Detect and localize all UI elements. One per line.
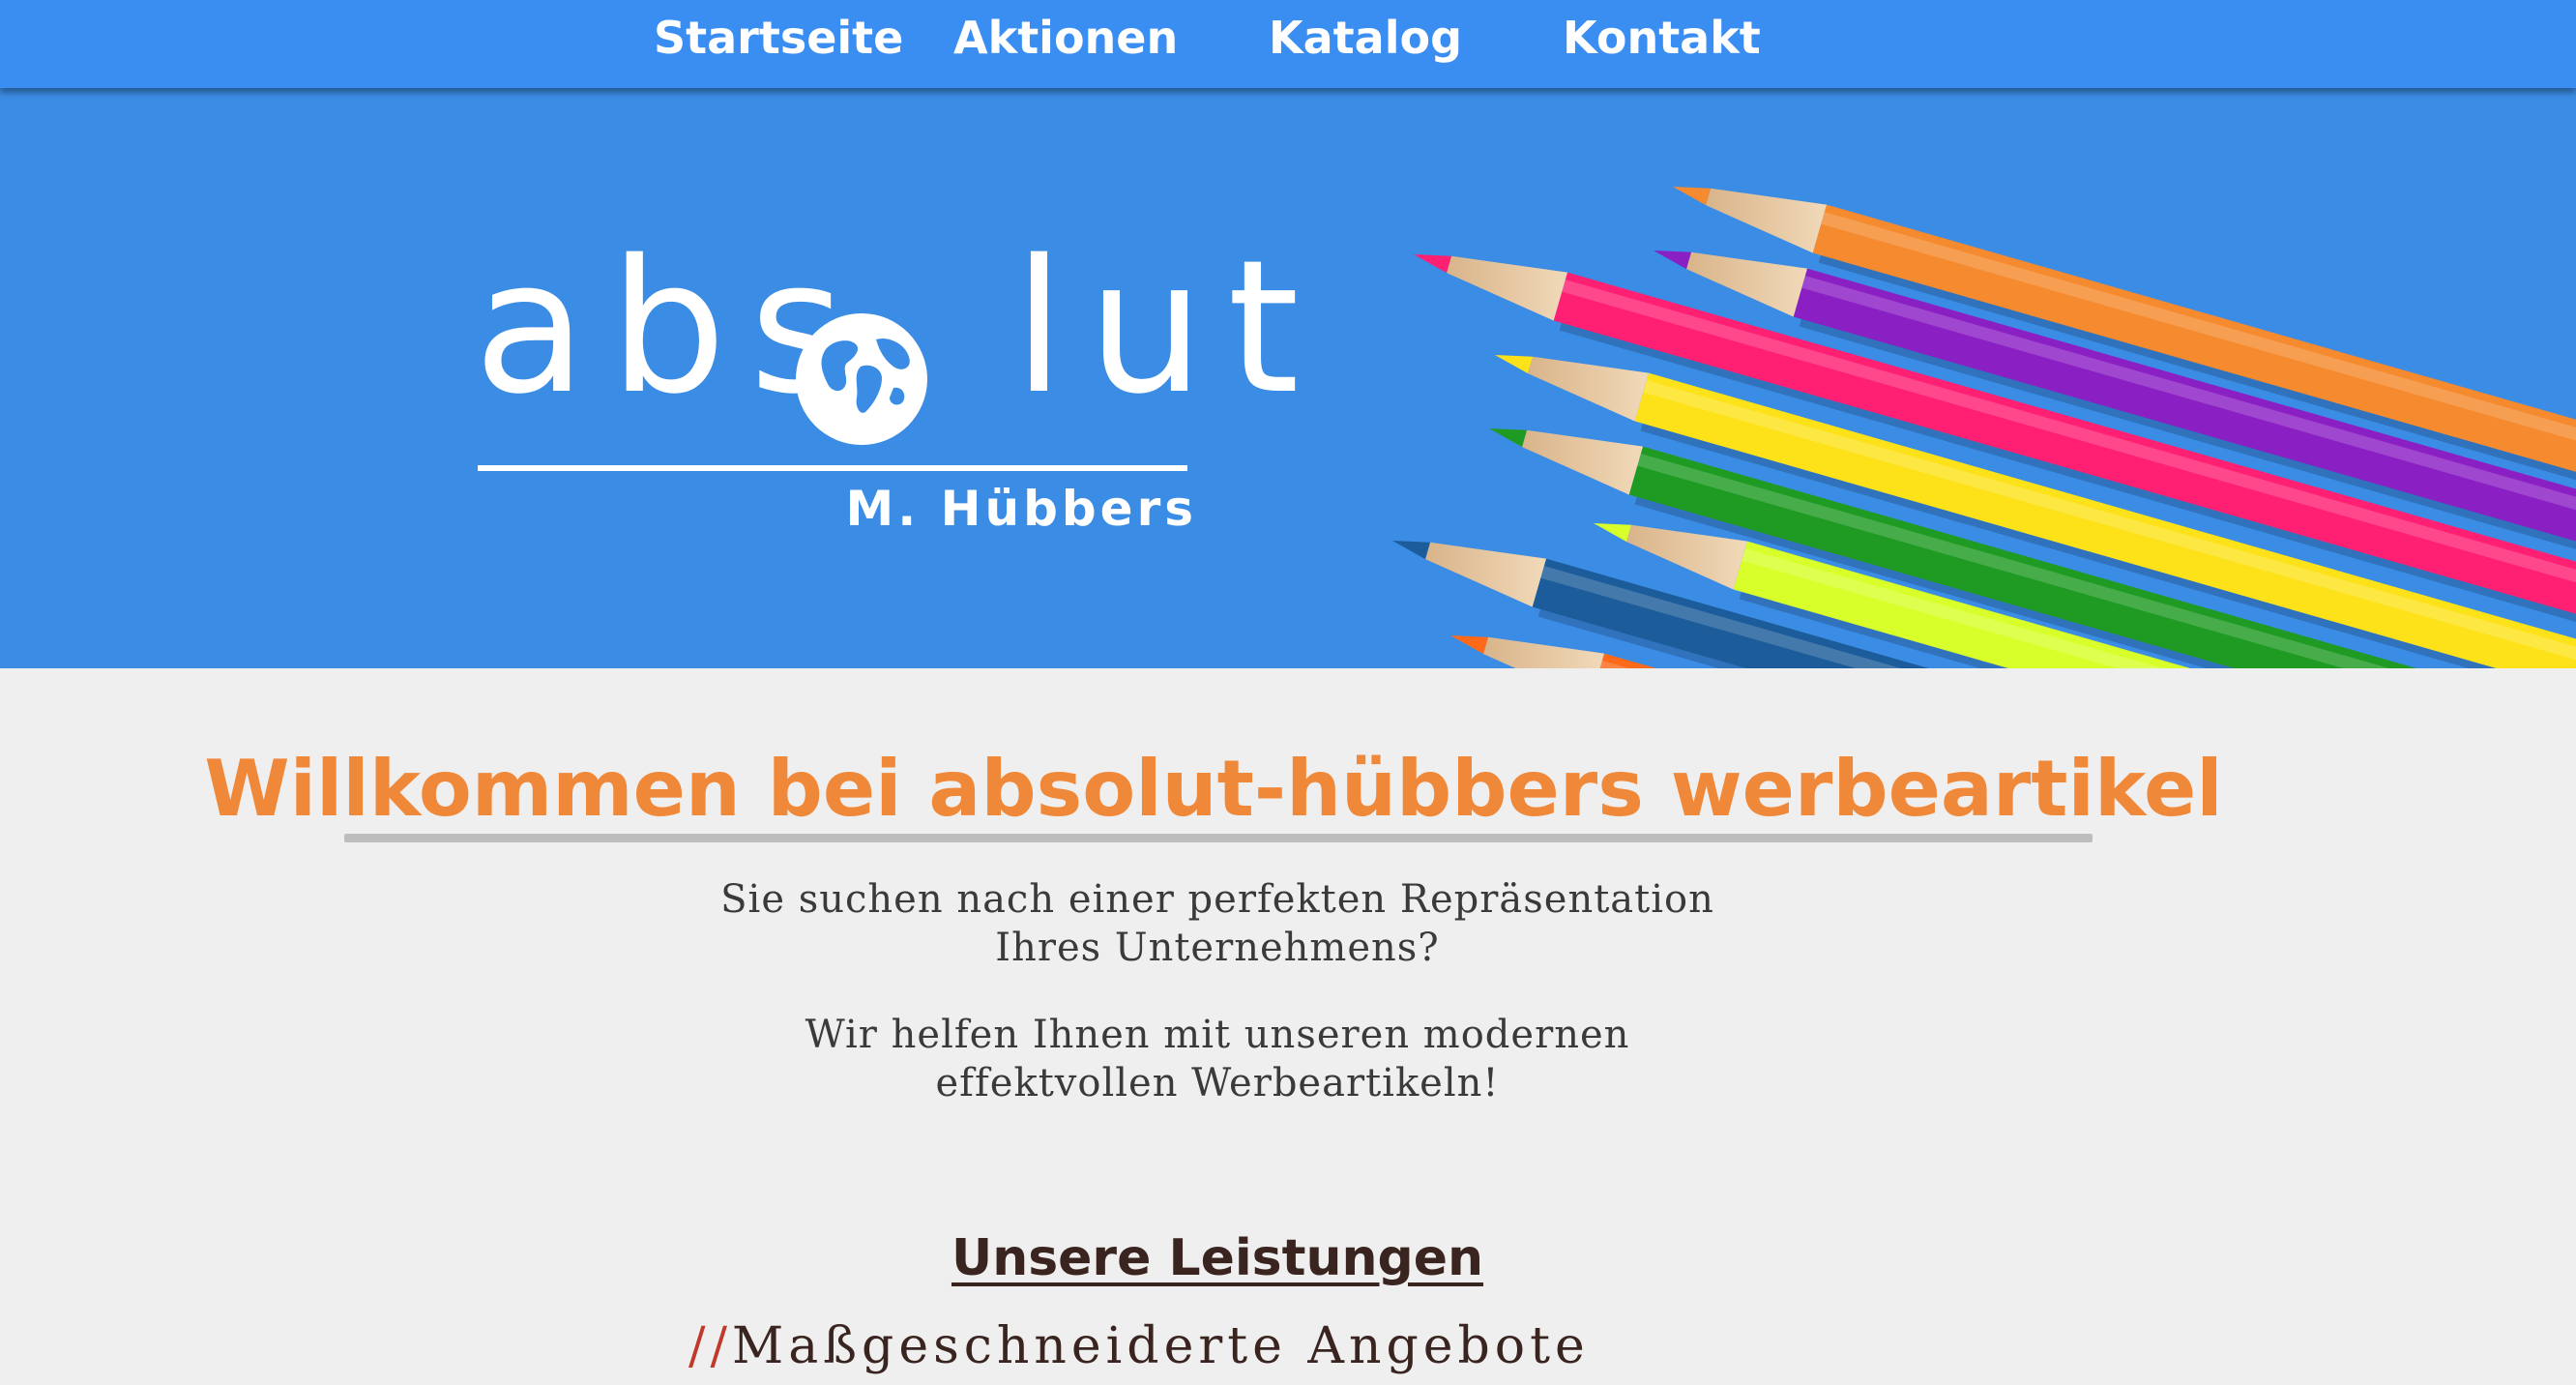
nav-item-startseite[interactable]: Startseite (654, 4, 903, 72)
globe-icon (796, 313, 927, 445)
nav-item-kontakt[interactable]: Kontakt (1563, 4, 1761, 72)
nav-item-katalog[interactable]: Katalog (1269, 4, 1462, 72)
page-title: Willkommen bei absolut-hübbers werbearti… (204, 744, 2223, 834)
nav-item-aktionen[interactable]: Aktionen (953, 4, 1178, 72)
logo-word-right: lut (1013, 221, 1323, 434)
hero-banner: abs lut M. Hübbers (0, 88, 2576, 668)
help-paragraph: Wir helfen Ihnen mit unseren modernen ef… (0, 1011, 2435, 1107)
services-heading: Unsere Leistungen (951, 1229, 1484, 1287)
top-navigation: Startseite Aktionen Katalog Kontakt (0, 0, 2576, 88)
logo-subtitle: M. Hübbers (845, 481, 1197, 537)
service-item-prefix: // (688, 1317, 733, 1375)
intro-paragraph: Sie suchen nach einer perfekten Repräsen… (0, 875, 2435, 972)
intro-line: Sie suchen nach einer perfekten Repräsen… (720, 877, 1714, 922)
help-line: effektvollen Werbeartikeln! (935, 1061, 1500, 1105)
help-line: Wir helfen Ihnen mit unseren modernen (805, 1013, 1630, 1057)
title-underline (344, 834, 2093, 842)
pencil-group (1392, 187, 2576, 668)
logo-divider (478, 465, 1187, 471)
service-item-label: Maßgeschneiderte Angebote (732, 1317, 1590, 1375)
service-list-item: //Maßgeschneiderte Angebote (688, 1308, 1590, 1385)
intro-line: Ihres Unternehmens? (995, 926, 1440, 970)
brand-logo: abs lut M. Hübbers (474, 202, 1300, 545)
